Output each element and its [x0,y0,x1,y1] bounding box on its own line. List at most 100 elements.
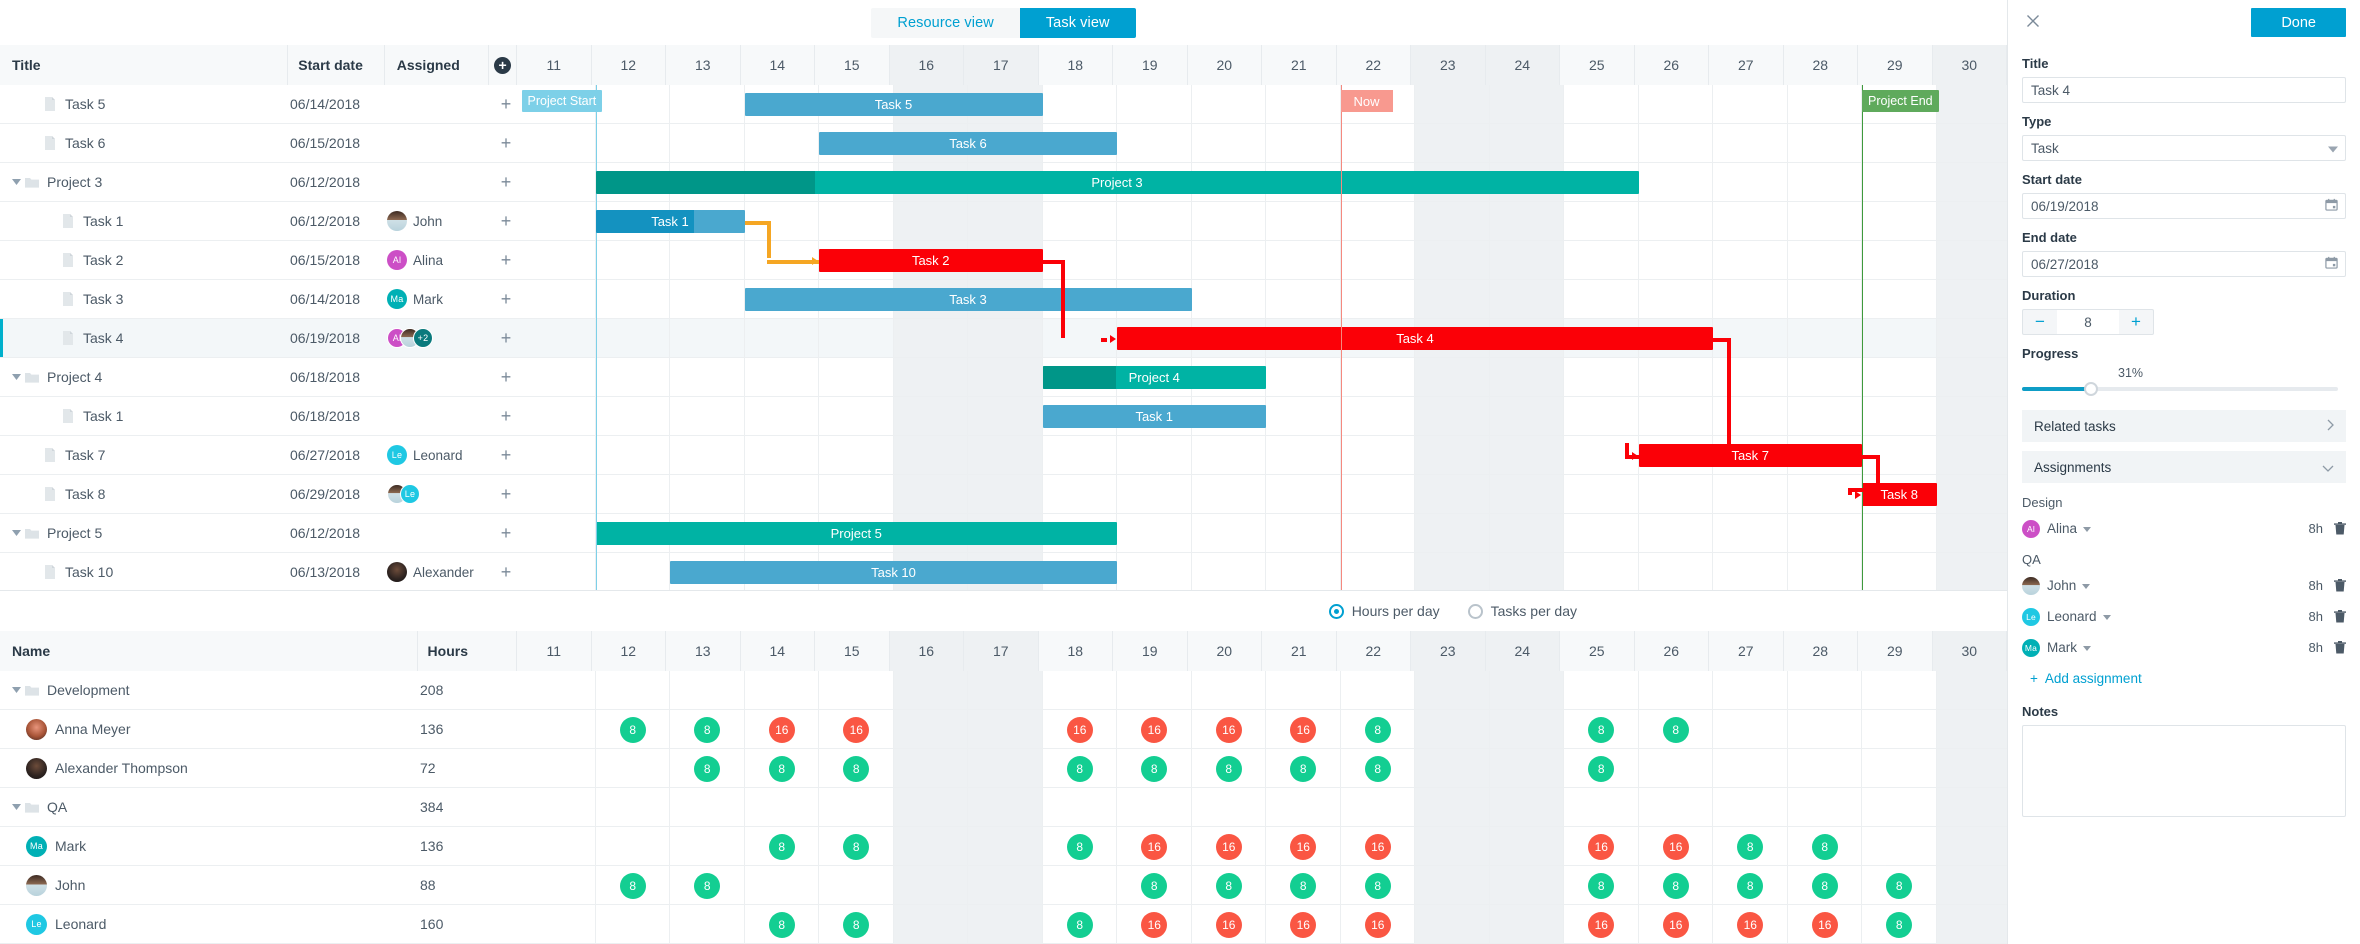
allocation-chip[interactable]: 16 [1215,717,1242,743]
allocation-chip[interactable]: 16 [1662,834,1689,860]
row-add-button[interactable]: + [492,475,520,513]
allocation-chip[interactable]: 8 [1811,873,1838,899]
gantt-bar[interactable]: Task 1 [1042,405,1266,428]
day-header-26[interactable]: 26 [1634,45,1709,85]
row-add-button[interactable]: + [492,241,520,279]
day-header-22[interactable]: 22 [1336,45,1411,85]
row-add-button[interactable]: + [492,514,520,552]
allocation-chip[interactable]: 16 [1811,912,1838,938]
title-input[interactable]: Task 4 [2022,77,2346,103]
day-header-28[interactable]: 28 [1783,45,1858,85]
day-header-18[interactable]: 18 [1038,631,1113,671]
collapse-toggle-icon[interactable] [8,525,24,541]
task-view-tab[interactable]: Task view [1019,7,1136,38]
allocation-chip[interactable]: 16 [768,717,795,743]
task-start-date-cell[interactable]: 06/18/2018 [290,397,387,435]
day-header-29[interactable]: 29 [1858,631,1933,671]
column-header-name[interactable]: Name [0,631,418,671]
allocation-chip[interactable]: 8 [1066,756,1093,782]
day-header-11[interactable]: 11 [517,631,592,671]
resource-view-tab[interactable]: Resource view [871,7,1020,38]
gantt-bar[interactable]: Task 1 [595,210,745,233]
allocation-chip[interactable]: 8 [768,834,795,860]
assignment-row[interactable]: Ma Mark 8h [2022,636,2346,659]
day-header-16[interactable]: 16 [889,45,964,85]
task-assigned-cell[interactable] [387,358,492,396]
allocation-chip[interactable]: 8 [1215,756,1242,782]
allocation-chip[interactable]: 8 [1364,756,1391,782]
day-header-11[interactable]: 11 [517,45,592,85]
gantt-bar[interactable]: Project 3 [595,171,1639,194]
assignment-row[interactable]: Le Leonard 8h [2022,605,2346,628]
gantt-bar[interactable]: Task 4 [1117,327,1713,350]
gantt-bar[interactable]: Task 5 [744,93,1043,116]
allocation-chip[interactable]: 8 [619,873,646,899]
chevron-down-icon[interactable] [2083,643,2091,653]
project-start-marker[interactable]: Project Start [521,90,603,112]
task-assigned-cell[interactable]: John [387,202,492,240]
allocation-chip[interactable]: 8 [1066,912,1093,938]
allocation-chip[interactable]: 8 [768,912,795,938]
gantt-bar[interactable]: Task 6 [819,132,1117,155]
add-assignment-button[interactable]: + Add assignment [2030,671,2346,686]
day-header-16[interactable]: 16 [889,631,964,671]
related-tasks-section[interactable]: Related tasks [2022,410,2346,442]
day-header-12[interactable]: 12 [591,45,666,85]
row-add-button[interactable]: + [492,358,520,396]
task-assigned-cell[interactable] [387,85,492,123]
day-header-13[interactable]: 13 [666,45,741,85]
allocation-chip[interactable]: 8 [1066,834,1093,860]
day-header-29[interactable]: 29 [1858,45,1933,85]
day-header-15[interactable]: 15 [815,45,890,85]
trash-icon[interactable] [2334,609,2346,624]
allocation-chip[interactable]: 8 [1364,873,1391,899]
task-start-date-cell[interactable]: 06/27/2018 [290,436,387,474]
column-header-hours[interactable]: Hours [417,631,517,671]
type-select[interactable]: Task [2022,135,2346,161]
progress-slider[interactable]: 31% [2022,366,2346,401]
end-date-input[interactable]: 06/27/2018 [2022,251,2346,277]
start-date-input[interactable]: 06/19/2018 [2022,193,2346,219]
task-start-date-cell[interactable]: 06/15/2018 [290,124,387,162]
allocation-chip[interactable]: 16 [1662,912,1689,938]
gantt-bar[interactable]: Task 10 [670,561,1117,584]
row-add-button[interactable]: + [492,397,520,435]
day-header-20[interactable]: 20 [1187,631,1262,671]
row-add-button[interactable]: + [492,436,520,474]
chevron-down-icon[interactable] [2083,524,2092,534]
collapse-toggle-icon[interactable] [8,174,24,190]
column-header-title[interactable]: Title [0,45,289,85]
day-header-22[interactable]: 22 [1336,631,1411,671]
task-start-date-cell[interactable]: 06/18/2018 [290,358,387,396]
gantt-bar[interactable]: Task 3 [744,288,1192,311]
allocation-chip[interactable]: 16 [1364,834,1391,860]
chevron-down-icon[interactable] [2102,612,2111,622]
day-header-28[interactable]: 28 [1783,631,1858,671]
day-header-17[interactable]: 17 [964,631,1039,671]
allocation-chip[interactable]: 8 [768,756,795,782]
task-start-date-cell[interactable]: 06/14/2018 [290,280,387,318]
day-header-19[interactable]: 19 [1113,631,1188,671]
row-add-button[interactable]: + [492,163,520,201]
collapse-toggle-icon[interactable] [8,799,24,815]
day-header-20[interactable]: 20 [1187,45,1262,85]
allocation-chip[interactable]: 8 [1215,873,1242,899]
task-start-date-cell[interactable]: 06/29/2018 [290,475,387,513]
day-header-30[interactable]: 30 [1932,631,2007,671]
day-header-15[interactable]: 15 [815,631,890,671]
column-header-assigned[interactable]: Assigned [384,45,490,85]
calendar-icon[interactable] [2325,198,2338,214]
column-header-start-date[interactable]: Start date [288,45,385,85]
day-header-24[interactable]: 24 [1485,631,1560,671]
radio-hours-per-day[interactable]: Hours per day [1328,603,1440,619]
now-marker[interactable]: Now [1340,90,1393,112]
trash-icon[interactable] [2334,640,2346,655]
day-header-14[interactable]: 14 [740,631,815,671]
add-column-button[interactable]: + [489,45,517,85]
day-header-18[interactable]: 18 [1038,45,1113,85]
gantt-timeline[interactable]: Task 5 Task 6 Project 3 Task 1 Task 2 Task 3 T… [521,85,2007,590]
allocation-chip[interactable]: 8 [619,717,646,743]
day-header-25[interactable]: 25 [1560,45,1635,85]
gantt-bar[interactable]: Project 5 [595,522,1117,545]
task-start-date-cell[interactable]: 06/13/2018 [290,553,387,590]
